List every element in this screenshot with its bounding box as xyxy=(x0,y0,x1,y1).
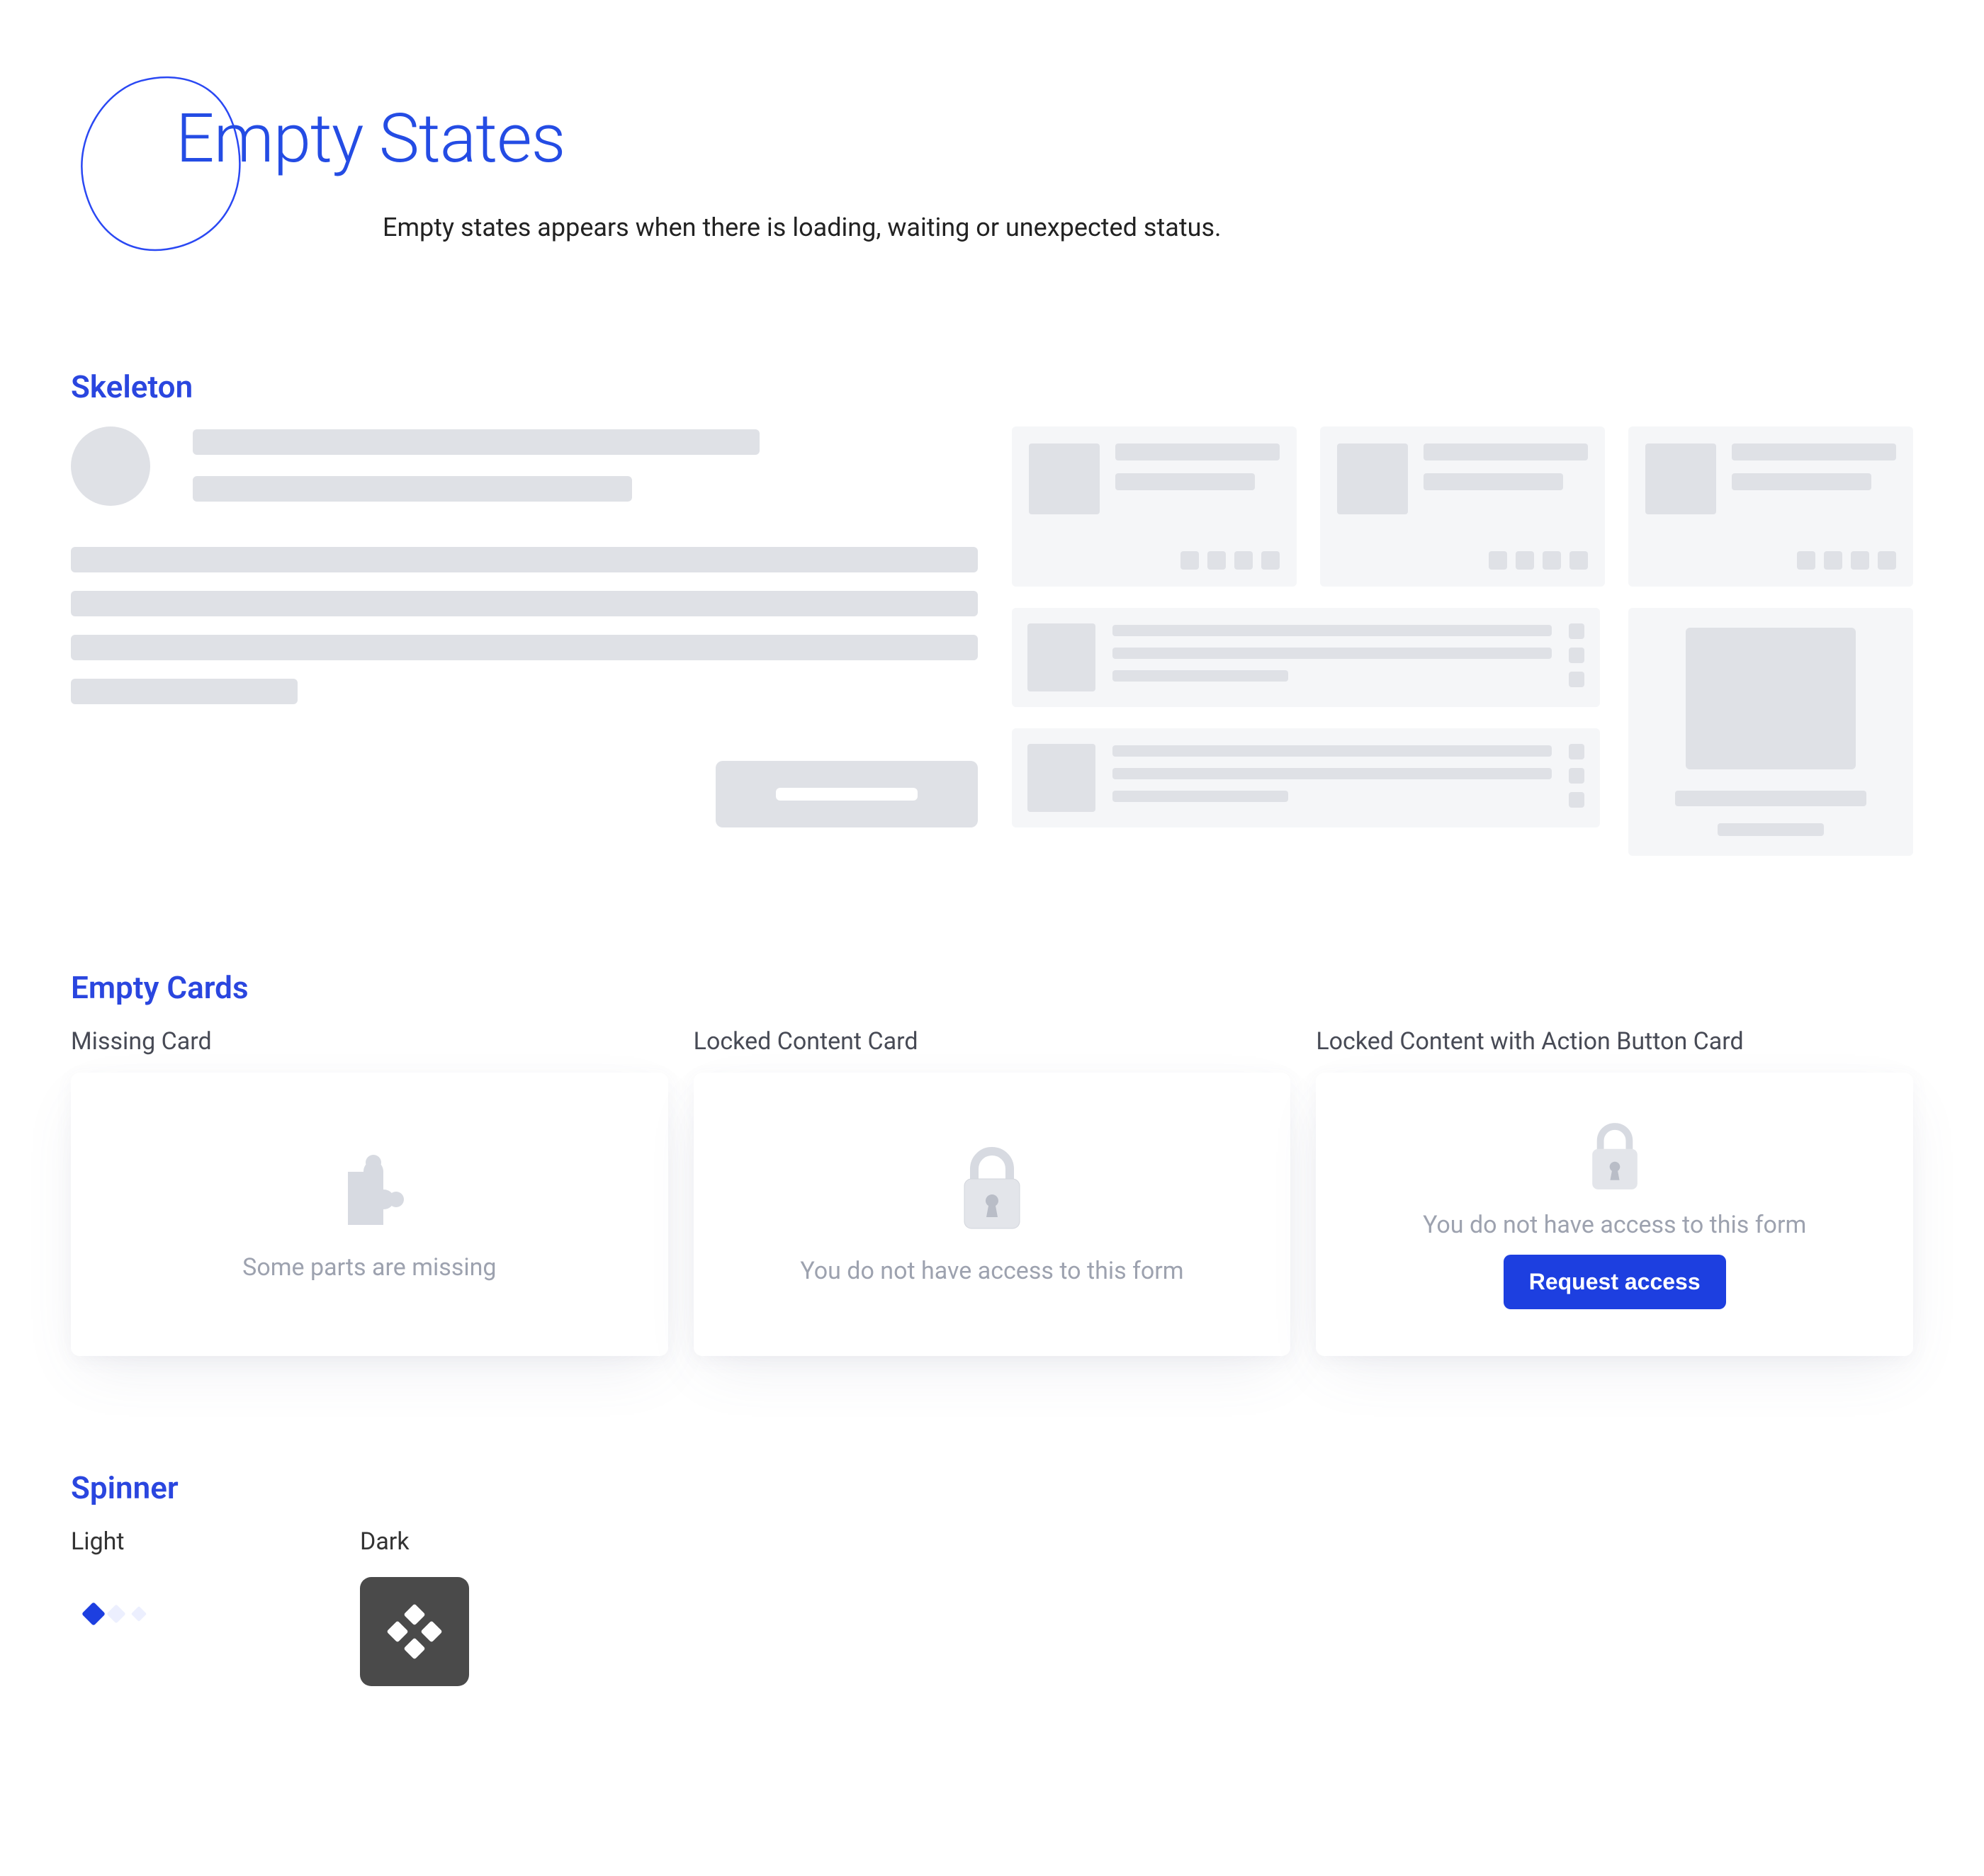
skeleton-chip xyxy=(1516,551,1534,570)
skeleton-line xyxy=(1112,768,1552,779)
skeleton-media-card xyxy=(1628,608,1913,856)
card-variant-label: Locked Content Card xyxy=(694,1027,1291,1056)
skeleton-thumbnail xyxy=(1027,623,1095,691)
puzzle-piece-icon xyxy=(327,1147,412,1232)
skeleton-thumbnail xyxy=(1337,443,1408,514)
skeleton-line xyxy=(1112,625,1552,636)
skeleton-line xyxy=(1115,473,1255,490)
skeleton-chip xyxy=(1207,551,1226,570)
card-variant-label: Locked Content with Action Button Card xyxy=(1316,1027,1913,1056)
skeleton-chip xyxy=(1569,551,1588,570)
skeleton-thumbnail xyxy=(1029,443,1100,514)
skeleton-chip xyxy=(1489,551,1507,570)
skeleton-line xyxy=(1112,670,1288,682)
skeleton-chip xyxy=(1569,792,1584,808)
empty-state-text: You do not have access to this form xyxy=(1423,1211,1806,1239)
section-title-empty-cards: Empty Cards xyxy=(71,969,1913,1006)
skeleton-card-grid xyxy=(1012,426,1913,856)
lock-icon xyxy=(953,1143,1031,1236)
skeleton-chip xyxy=(1569,623,1584,639)
skeleton-chip xyxy=(1824,551,1842,570)
skeleton-article xyxy=(71,426,978,827)
card-variant-label: Missing Card xyxy=(71,1027,668,1056)
skeleton-line xyxy=(1112,648,1552,659)
skeleton-chip xyxy=(1569,672,1584,687)
skeleton-chip xyxy=(1180,551,1199,570)
skeleton-line xyxy=(1732,443,1896,460)
empty-state-text: You do not have access to this form xyxy=(800,1257,1183,1285)
request-access-button[interactable]: Request access xyxy=(1504,1255,1726,1309)
skeleton-thumbnail xyxy=(1027,744,1095,812)
skeleton-chip xyxy=(1234,551,1253,570)
skeleton-chip xyxy=(1878,551,1896,570)
skeleton-chip xyxy=(1569,648,1584,663)
spinner-dark-variant: Dark xyxy=(360,1527,469,1686)
skeleton-chip xyxy=(1851,551,1869,570)
skeleton-chip xyxy=(1797,551,1815,570)
page-subtitle: Empty states appears when there is loadi… xyxy=(383,213,1222,242)
skeleton-line xyxy=(1718,823,1824,836)
skeleton-line xyxy=(71,591,978,616)
spinner-variant-label: Light xyxy=(71,1527,147,1556)
spinner-light-icon xyxy=(71,1577,147,1622)
skeleton-line xyxy=(71,635,978,660)
skeleton-avatar xyxy=(71,426,150,506)
skeleton-chip xyxy=(1543,551,1561,570)
skeleton-chip xyxy=(1261,551,1280,570)
skeleton-line xyxy=(71,547,978,572)
empty-card-locked: Locked Content Card You do not have acce… xyxy=(694,1027,1291,1356)
section-skeleton: Skeleton xyxy=(71,368,1913,856)
skeleton-line xyxy=(1115,443,1280,460)
skeleton-line xyxy=(1424,473,1563,490)
skeleton-card xyxy=(1320,426,1605,587)
section-empty-cards: Empty Cards Missing Card Some parts are … xyxy=(71,969,1913,1356)
skeleton-line xyxy=(1112,745,1552,757)
empty-state-text: Some parts are missing xyxy=(242,1253,496,1282)
skeleton-list-row xyxy=(1012,728,1600,827)
skeleton-card xyxy=(1012,426,1297,587)
empty-state-card: You do not have access to this form xyxy=(694,1073,1291,1356)
spinner-dark-icon xyxy=(360,1577,469,1686)
page-title: Empty States xyxy=(176,99,565,179)
skeleton-line xyxy=(1675,791,1866,806)
skeleton-button xyxy=(716,761,978,827)
skeleton-image xyxy=(1686,628,1856,769)
section-spinner: Spinner Light Dark xyxy=(71,1469,1913,1686)
lock-icon xyxy=(1583,1120,1647,1195)
skeleton-line xyxy=(71,679,298,704)
spinner-light-variant: Light xyxy=(71,1527,147,1686)
page-header: Empty States Empty states appears when t… xyxy=(71,71,1913,283)
skeleton-line xyxy=(1732,473,1871,490)
section-title-skeleton: Skeleton xyxy=(71,368,1913,405)
section-title-spinner: Spinner xyxy=(71,1469,1913,1506)
empty-state-card: Some parts are missing xyxy=(71,1073,668,1356)
spinner-variant-label: Dark xyxy=(360,1527,469,1556)
skeleton-line xyxy=(1424,443,1588,460)
skeleton-line xyxy=(1112,791,1288,802)
skeleton-thumbnail xyxy=(1645,443,1716,514)
skeleton-line xyxy=(193,429,760,455)
skeleton-line xyxy=(193,476,632,502)
empty-state-card: You do not have access to this form Requ… xyxy=(1316,1073,1913,1356)
skeleton-chip xyxy=(1569,744,1584,759)
skeleton-card xyxy=(1628,426,1913,587)
skeleton-chip xyxy=(1569,768,1584,784)
empty-card-locked-action: Locked Content with Action Button Card Y… xyxy=(1316,1027,1913,1356)
empty-card-missing: Missing Card Some parts are missing xyxy=(71,1027,668,1356)
skeleton-list-row xyxy=(1012,608,1600,707)
